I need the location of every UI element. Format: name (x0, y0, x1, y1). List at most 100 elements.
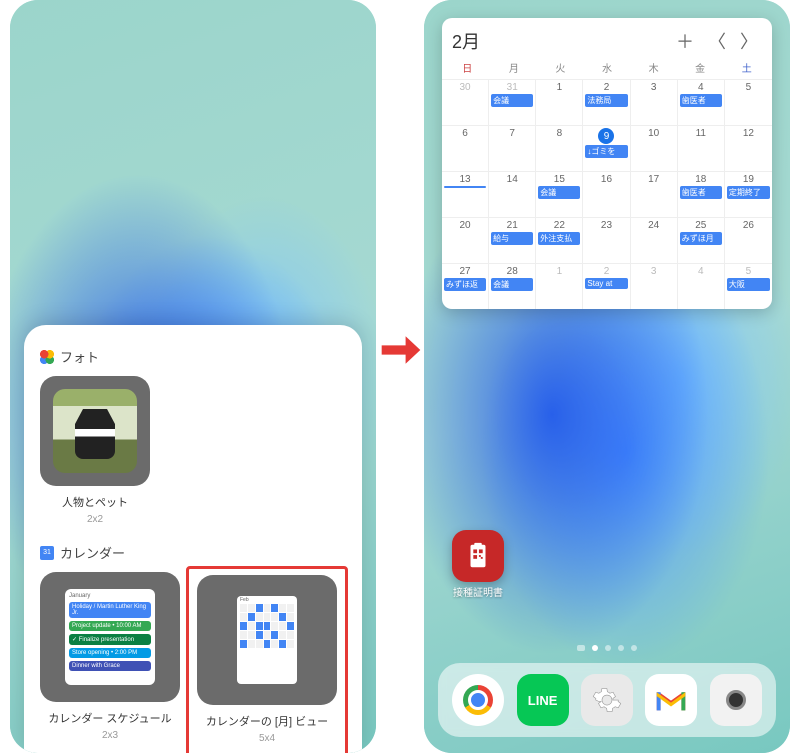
calendar-date-number: 13 (460, 174, 471, 185)
calendar-day-cell[interactable]: 14 (489, 171, 536, 217)
calendar-day-cell[interactable]: 1 (536, 79, 583, 125)
calendar-event-chip[interactable]: 会議 (491, 94, 533, 107)
calendar-event-chip[interactable]: 法務局 (585, 94, 627, 107)
calendar-event-chip[interactable]: 会議 (538, 186, 580, 199)
calendar-event-chip[interactable]: 歯医者 (680, 94, 722, 107)
photos-widget-tile[interactable] (40, 376, 150, 486)
calendar-day-cell[interactable]: 31会議 (489, 79, 536, 125)
page-indicator (424, 645, 790, 651)
dock-app-line[interactable]: LINE (517, 674, 569, 726)
calendar-day-cell[interactable]: 25みずほ月 (678, 217, 725, 263)
calendar-event-chip[interactable]: Stay at (585, 278, 627, 289)
page-dot[interactable] (592, 645, 598, 651)
calendar-date-number: 3 (651, 82, 657, 93)
dock-app-settings[interactable] (581, 674, 633, 726)
calendar-day-cell[interactable]: 18歯医者 (678, 171, 725, 217)
calendar-day-cell[interactable]: 21給与 (489, 217, 536, 263)
calendar-day-cell[interactable]: 23 (583, 217, 630, 263)
google-photos-icon (40, 350, 54, 364)
calendar-date-number: 28 (507, 266, 518, 277)
dock-app-camera[interactable] (710, 674, 762, 726)
dow-tue: 火 (537, 60, 584, 75)
calendar-date-number: 27 (460, 266, 471, 277)
calendar-day-cell[interactable]: 24 (631, 217, 678, 263)
calendar-day-cell[interactable]: 22外注支払 (536, 217, 583, 263)
dow-sun: 日 (444, 60, 491, 75)
calendar-month-label: 2月 (452, 28, 666, 54)
page-dot[interactable] (605, 645, 611, 651)
calendar-day-cell[interactable]: 26 (725, 217, 772, 263)
calendar-day-cell[interactable]: 28会議 (489, 263, 536, 309)
calendar-day-cell[interactable]: 6 (442, 125, 489, 171)
settings-gear-icon (592, 685, 622, 715)
calendar-day-cell[interactable]: 2法務局 (583, 79, 630, 125)
calendar-day-cell[interactable]: 13 (442, 171, 489, 217)
calendar-day-cell[interactable]: 4歯医者 (678, 79, 725, 125)
dock-app-gmail[interactable] (645, 674, 697, 726)
calendar-date-number: 19 (743, 174, 754, 185)
month-widget-highlight: カレンダーの [月] ビュー 5x4 (186, 566, 348, 753)
calendar-event-chip[interactable] (444, 186, 486, 188)
page-dot[interactable] (631, 645, 637, 651)
qr-clipboard-icon (463, 541, 493, 571)
calendar-day-cell[interactable]: 16 (583, 171, 630, 217)
calendar-day-cell[interactable]: 19定期終了 (725, 171, 772, 217)
calendar-day-cell[interactable]: 20 (442, 217, 489, 263)
calendar-date-number: 14 (507, 174, 518, 185)
calendar-event-chip[interactable]: 給与 (491, 232, 533, 245)
calendar-event-chip[interactable]: みずほ月 (680, 232, 722, 245)
add-event-button[interactable]: ＋ (672, 28, 698, 54)
dock-app-chrome[interactable] (452, 674, 504, 726)
photos-widget-size: 2x2 (87, 514, 103, 525)
prev-month-button[interactable]: 〈 (704, 28, 730, 54)
calendar-month-widget-tile[interactable] (197, 575, 337, 705)
calendar-event-chip[interactable]: みずほ返 (444, 278, 486, 291)
calendar-month-preview (237, 596, 297, 684)
calendar-day-cell[interactable]: 7 (489, 125, 536, 171)
calendar-day-cell[interactable]: 30 (442, 79, 489, 125)
page-dot[interactable] (577, 645, 585, 651)
calendar-event-chip[interactable]: 大阪 (727, 278, 770, 291)
app-vaccine-cert[interactable]: 接種証明書 (452, 530, 504, 599)
calendar-day-cell[interactable]: 9↓ゴミを (583, 125, 630, 171)
calendar-date-number: 8 (557, 128, 563, 139)
line-icon-text: LINE (528, 693, 558, 708)
calendar-day-cell[interactable]: 2Stay at (583, 263, 630, 309)
calendar-event-chip[interactable]: 外注支払 (538, 232, 580, 245)
calendar-date-number: 12 (743, 128, 754, 139)
calendar-day-cell[interactable]: 3 (631, 79, 678, 125)
calendar-day-cell[interactable]: 12 (725, 125, 772, 171)
calendar-day-cell[interactable]: 8 (536, 125, 583, 171)
calendar-day-cell[interactable]: 5 (725, 79, 772, 125)
calendar-date-number: 9 (598, 128, 614, 144)
app-vaccine-cert-label: 接種証明書 (453, 584, 503, 599)
calendar-day-cell[interactable]: 10 (631, 125, 678, 171)
calendar-event-chip[interactable]: 歯医者 (680, 186, 722, 199)
calendar-date-number: 26 (743, 220, 754, 231)
camera-lens-icon (726, 690, 746, 710)
calendar-day-cell[interactable]: 17 (631, 171, 678, 217)
calendar-day-cell[interactable]: 11 (678, 125, 725, 171)
photos-widget-preview (53, 389, 137, 473)
calendar-date-number: 30 (460, 82, 471, 93)
calendar-date-number: 21 (507, 220, 518, 231)
calendar-section-label: カレンダー (60, 543, 125, 562)
calendar-event-chip[interactable]: ↓ゴミを (585, 145, 627, 158)
next-month-button[interactable]: 〉 (736, 28, 762, 54)
page-dot[interactable] (618, 645, 624, 651)
calendar-day-cell[interactable]: 5大阪 (725, 263, 772, 309)
calendar-schedule-preview: January Holiday / Martin Luther King Jr.… (65, 589, 155, 685)
calendar-month-widget[interactable]: 2月 ＋ 〈 〉 日 月 火 水 木 金 土 3031会議12法務局34歯医者5… (442, 18, 772, 309)
dow-fri: 金 (677, 60, 724, 75)
calendar-date-number: 4 (698, 266, 704, 277)
calendar-day-cell[interactable]: 1 (536, 263, 583, 309)
calendar-schedule-widget-tile[interactable]: January Holiday / Martin Luther King Jr.… (40, 572, 180, 702)
widget-picker-panel: フォト 人物とペット 2x2 カレンダー January Holiday / M… (24, 325, 362, 753)
chrome-icon (463, 685, 493, 715)
calendar-event-chip[interactable]: 定期終了 (727, 186, 770, 199)
calendar-day-cell[interactable]: 27みずほ返 (442, 263, 489, 309)
calendar-day-cell[interactable]: 3 (631, 263, 678, 309)
calendar-day-cell[interactable]: 15会議 (536, 171, 583, 217)
calendar-event-chip[interactable]: 会議 (491, 278, 533, 291)
calendar-day-cell[interactable]: 4 (678, 263, 725, 309)
